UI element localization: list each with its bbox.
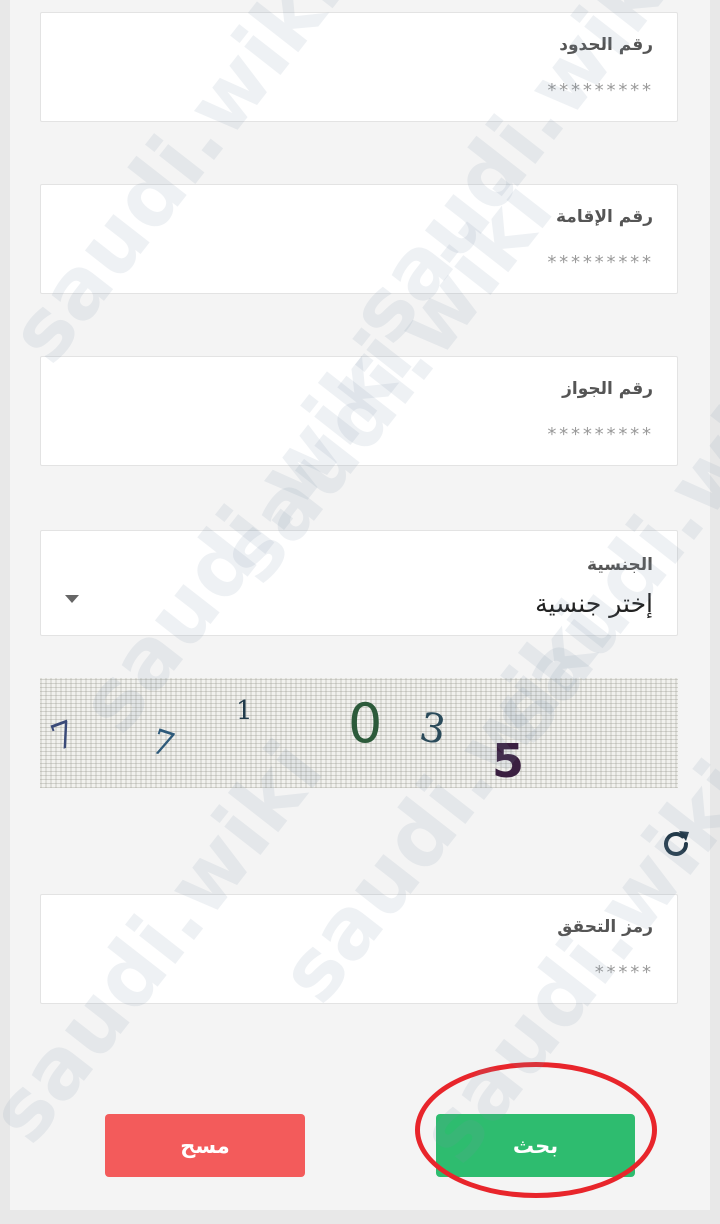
verification-code-label: رمز التحقق [557, 917, 653, 937]
passport-number-field: رقم الجواز [40, 356, 678, 466]
form-panel: رقم الحدود رقم الإقامة رقم الجواز الجنسي… [10, 0, 710, 1210]
border-number-label: رقم الحدود [559, 35, 653, 55]
verification-code-field: رمز التحقق [40, 894, 678, 1004]
refresh-captcha-button[interactable] [658, 826, 694, 862]
dropdown-arrow-icon [65, 595, 79, 603]
iqama-number-input[interactable] [93, 247, 653, 277]
highlight-circle [415, 1062, 657, 1198]
captcha-char: 5 [492, 734, 525, 788]
nationality-selected-value: إختر جنسية [535, 589, 653, 618]
iqama-number-field: رقم الإقامة [40, 184, 678, 294]
captcha-char: 7 [45, 713, 82, 760]
nationality-select[interactable]: الجنسية إختر جنسية [40, 530, 678, 636]
refresh-icon [664, 831, 689, 856]
captcha-char: 1 [236, 696, 253, 726]
border-number-field: رقم الحدود [40, 12, 678, 122]
captcha-char: 3 [416, 704, 450, 754]
passport-number-input[interactable] [93, 419, 653, 449]
captcha-image: 7 7 1 0 3 5 [40, 678, 678, 788]
border-number-input[interactable] [93, 75, 653, 105]
nationality-label: الجنسية [587, 555, 653, 575]
iqama-number-label: رقم الإقامة [555, 207, 653, 227]
captcha-char: 7 [146, 721, 180, 767]
captcha-char: 0 [348, 692, 383, 755]
clear-button[interactable]: مسح [105, 1114, 305, 1177]
verification-code-input[interactable] [93, 957, 653, 987]
passport-number-label: رقم الجواز [562, 379, 653, 399]
